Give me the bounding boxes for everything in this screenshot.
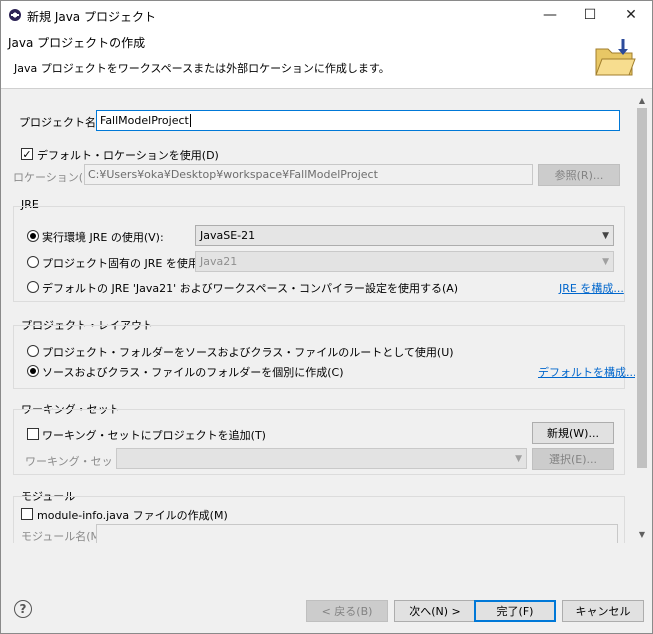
back-button[interactable]: < 戻る(B) [306, 600, 388, 622]
module-name-input[interactable] [96, 524, 618, 543]
help-icon[interactable]: ? [14, 600, 32, 618]
jre-project-specific-label: プロジェクト固有の JRE を使用(S): [42, 257, 219, 270]
jre-project-specific-radio[interactable] [27, 256, 39, 268]
module-name-label: モジュール名(M): [21, 530, 109, 543]
default-location-checkbox[interactable]: ✓ [21, 148, 33, 160]
project-name-value: FallModelProject [100, 114, 189, 127]
wizard-content: プロジェクト名(P): FallModelProject ✓ デフォルト・ロケー… [1, 90, 652, 543]
scrollbar-thumb[interactable] [637, 108, 647, 468]
working-set-combo[interactable]: ▼ [116, 448, 527, 469]
banner-description: Java プロジェクトをワークスペースまたは外部ロケーションに作成します。 [14, 62, 390, 75]
jre-default-label: デフォルトの JRE 'Java21' およびワークスペース・コンパイラー設定を… [42, 282, 459, 295]
jre-execution-env-label: 実行環境 JRE の使用(V): [42, 231, 164, 244]
close-button[interactable]: ✕ [611, 1, 651, 29]
radio-dot [30, 233, 36, 239]
add-to-working-set-label: ワーキング・セットにプロジェクトを追加(T) [42, 429, 266, 442]
window-title: 新規 Java プロジェクト [27, 10, 156, 24]
configure-default-link[interactable]: デフォルトを構成... [538, 364, 637, 380]
maximize-button[interactable]: ☐ [570, 1, 610, 29]
jre-default-radio[interactable] [27, 281, 39, 293]
layout-root-radio[interactable] [27, 345, 39, 357]
eclipse-icon [9, 9, 21, 21]
browse-button[interactable]: 参照(R)... [538, 164, 620, 186]
default-location-label: デフォルト・ロケーションを使用(D) [37, 149, 219, 162]
add-to-working-set-checkbox[interactable] [27, 428, 39, 440]
minimize-button[interactable]: — [530, 1, 570, 29]
select-working-set-button[interactable]: 選択(E)... [532, 448, 614, 470]
layout-separate-label: ソースおよびクラス・ファイルのフォルダーを個別に作成(C) [42, 366, 344, 379]
configure-jre-link[interactable]: JRE を構成... [559, 280, 624, 296]
create-module-info-checkbox[interactable] [21, 508, 33, 520]
dialog-window: 新規 Java プロジェクト — ☐ ✕ Java プロジェクトの作成 Java… [0, 0, 653, 634]
finish-button[interactable]: 完了(F) [474, 600, 556, 622]
check-mark-icon: ✓ [22, 147, 32, 161]
next-button[interactable]: 次へ(N) > [394, 600, 476, 622]
chevron-down-icon: ▼ [515, 453, 522, 464]
text-cursor [189, 114, 191, 127]
create-module-info-label: module-info.java ファイルの作成(M) [37, 509, 228, 522]
chevron-down-icon: ▼ [602, 230, 609, 241]
banner-title: Java プロジェクトの作成 [8, 36, 146, 50]
layout-separate-radio[interactable] [27, 365, 39, 377]
scroll-up-icon[interactable]: ▲ [635, 94, 649, 106]
project-jre-combo[interactable]: Java21 ▼ [195, 251, 614, 272]
layout-root-label: プロジェクト・フォルダーをソースおよびクラス・ファイルのルートとして使用(U) [42, 346, 454, 359]
execution-env-value: JavaSE-21 [200, 229, 256, 242]
new-working-set-button[interactable]: 新規(W)... [532, 422, 614, 444]
radio-dot [30, 368, 36, 374]
cancel-button[interactable]: キャンセル [562, 600, 644, 622]
chevron-down-icon: ▼ [602, 256, 609, 267]
execution-env-combo[interactable]: JavaSE-21 ▼ [195, 225, 614, 246]
location-value: C:¥Users¥oka¥Desktop¥workspace¥FallModel… [88, 168, 378, 181]
jre-execution-env-radio[interactable] [27, 230, 39, 242]
folder-icon [595, 39, 636, 76]
scroll-down-icon[interactable]: ▼ [635, 528, 649, 540]
project-name-input[interactable]: FallModelProject [96, 110, 620, 131]
location-input[interactable]: C:¥Users¥oka¥Desktop¥workspace¥FallModel… [84, 164, 533, 185]
project-jre-value: Java21 [200, 255, 238, 268]
